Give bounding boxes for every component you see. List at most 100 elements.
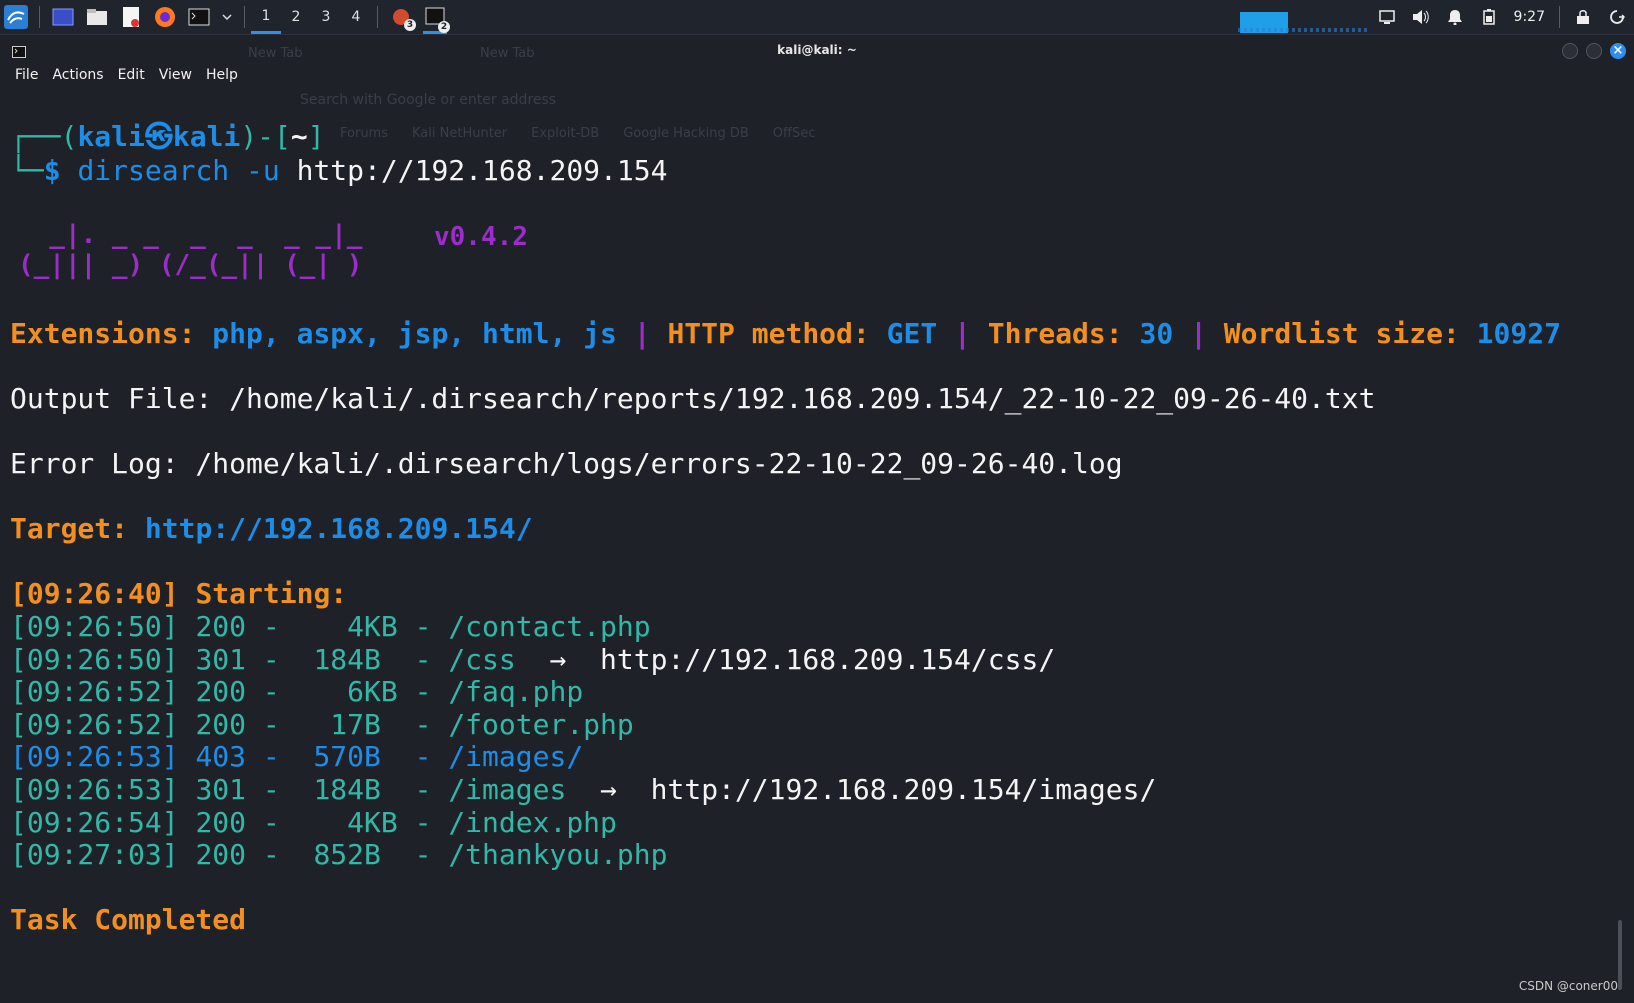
workspace-3[interactable]: 3 xyxy=(311,0,341,34)
result-row: [09:26:50] 200 - 4KB - /contact.php xyxy=(10,610,651,644)
result-row: [09:26:52] 200 - 6KB - /faq.php xyxy=(10,675,583,709)
firefox-icon[interactable] xyxy=(153,5,177,29)
file-manager-icon[interactable] xyxy=(85,5,109,29)
result-size: 852B - xyxy=(296,838,449,872)
volume-icon[interactable] xyxy=(1411,7,1431,27)
prompt-bracket: ┌──( xyxy=(10,120,78,153)
result-size: 570B - xyxy=(296,740,449,774)
extensions-label: Extensions: xyxy=(10,317,196,350)
result-path: /thankyou.php xyxy=(448,838,668,872)
terminal-badge: 2 xyxy=(438,21,450,33)
menu-bar: File Actions Edit View Help xyxy=(8,67,245,89)
dirsearch-ascii-logo: _|. _ _ _ _ _ _|_ (_||| _) (/_(_|| (_| ) xyxy=(18,220,363,280)
separator: | xyxy=(954,317,971,350)
cpu-graph-baseline xyxy=(1238,28,1368,32)
result-size: 4KB - xyxy=(296,610,449,643)
starting-line: [09:26:40] Starting: xyxy=(10,577,347,611)
result-time: [09:26:54] xyxy=(10,805,196,839)
terminal-scrollbar[interactable] xyxy=(1618,920,1622,990)
minimize-button[interactable] xyxy=(1562,43,1578,59)
result-row: [09:26:52] 200 - 17B - /footer.php xyxy=(10,708,634,742)
notifications-icon[interactable] xyxy=(1445,7,1465,27)
logout-icon[interactable] xyxy=(1607,7,1627,27)
prompt-symbol: ㉿ xyxy=(144,120,173,153)
command-name: dirsearch -u xyxy=(77,154,280,187)
result-status: 301 - xyxy=(195,642,297,676)
result-path: /contact.php xyxy=(448,610,651,643)
ghost-bookmark: Exploit-DB xyxy=(531,126,600,141)
prompt-dollar: $ xyxy=(43,154,61,187)
display-icon[interactable] xyxy=(1377,7,1397,27)
result-path: /faq.php xyxy=(448,675,584,709)
result-status: 301 - xyxy=(195,773,297,806)
taskbar: 1 2 3 4 3 2 9:27 xyxy=(0,0,1634,35)
result-row: [09:27:03] 200 - 852B - /thankyou.php xyxy=(10,838,667,872)
result-row: [09:26:53] 403 - 570B - /images/ xyxy=(10,740,583,774)
close-button[interactable]: × xyxy=(1610,43,1626,59)
error-log-line: Error Log: /home/kali/.dirsearch/logs/er… xyxy=(10,447,1123,480)
dirsearch-version: v0.4.2 xyxy=(434,222,528,252)
ghost-bookmark: Google Hacking DB xyxy=(623,126,749,141)
menu-actions[interactable]: Actions xyxy=(45,67,110,89)
result-status: 200 - xyxy=(195,610,297,643)
menu-file[interactable]: File xyxy=(8,67,45,89)
tray-separator xyxy=(1559,6,1560,28)
start-label: Starting: xyxy=(195,577,348,610)
result-path: /css xyxy=(448,642,516,676)
result-path: /footer.php xyxy=(448,707,634,741)
redirect-url: http://192.168.209.154/images/ xyxy=(650,773,1157,806)
separator: | xyxy=(633,317,651,350)
redirect-arrow: → xyxy=(515,642,601,676)
menu-help[interactable]: Help xyxy=(199,67,245,89)
workspace-1[interactable]: 1 xyxy=(251,0,281,34)
prompt-line: ┌──(kali㉿kali)-[~] xyxy=(10,120,325,154)
prompt-bracket: ] xyxy=(307,120,325,153)
terminal-launcher-icon[interactable] xyxy=(187,5,211,29)
result-path: /index.php xyxy=(448,805,617,839)
start-time: [09:26:40] xyxy=(10,577,179,610)
result-status: 200 - xyxy=(195,838,297,872)
workspace-4[interactable]: 4 xyxy=(341,0,371,34)
wordlist-value: 10927 xyxy=(1476,317,1561,350)
menu-view[interactable]: View xyxy=(152,67,199,89)
window-titlebar[interactable]: New Tab New Tab kali@kali: ~ × xyxy=(0,35,1634,67)
show-desktop-icon[interactable] xyxy=(51,5,75,29)
workspace-2[interactable]: 2 xyxy=(281,0,311,34)
method-value: GET xyxy=(886,317,938,350)
clock[interactable]: 9:27 xyxy=(1514,9,1545,25)
result-status: 200 - xyxy=(195,805,297,839)
text-editor-icon[interactable] xyxy=(119,5,143,29)
result-size: 6KB - xyxy=(296,675,449,709)
prompt-bracket: )-[ xyxy=(240,120,291,153)
result-time: [09:26:50] xyxy=(10,610,196,643)
result-size: 184B - xyxy=(296,773,449,806)
battery-icon[interactable] xyxy=(1479,7,1499,27)
separator: | xyxy=(1190,317,1207,350)
result-row: [09:26:53] 301 - 184B - /images → http:/… xyxy=(10,773,1156,807)
result-path: /images xyxy=(448,773,567,806)
result-size: 17B - xyxy=(296,707,449,741)
result-size: 4KB - xyxy=(296,805,449,839)
result-time: [09:26:53] xyxy=(10,740,196,774)
menu-edit[interactable]: Edit xyxy=(111,67,152,89)
network-badge: 3 xyxy=(404,19,416,31)
redirect-url: http://192.168.209.154/css/ xyxy=(600,642,1056,676)
network-app-icon[interactable]: 3 xyxy=(389,5,416,31)
maximize-button[interactable] xyxy=(1586,43,1602,59)
ghost-address-bar: Search with Google or enter address xyxy=(300,92,557,108)
ghost-bookmark: Kali NetHunter xyxy=(412,126,508,141)
chevron-down-icon[interactable] xyxy=(221,5,233,29)
command-argument: http://192.168.209.154 xyxy=(296,154,668,187)
task-completed: Task Completed xyxy=(10,903,247,936)
target-label: Target: xyxy=(10,512,129,545)
system-tray: 9:27 xyxy=(1370,0,1634,34)
redirect-arrow: → xyxy=(566,773,651,806)
prompt-dir: ~ xyxy=(290,120,308,153)
prompt-host: kali xyxy=(172,120,241,153)
lock-icon[interactable] xyxy=(1573,7,1593,27)
terminal-task-icon[interactable]: 2 xyxy=(423,0,450,34)
result-time: [09:26:50] xyxy=(10,642,196,676)
kali-menu-icon[interactable] xyxy=(4,5,28,29)
ghost-bookmark: Forums xyxy=(340,126,388,141)
result-status: 403 - xyxy=(195,740,297,774)
